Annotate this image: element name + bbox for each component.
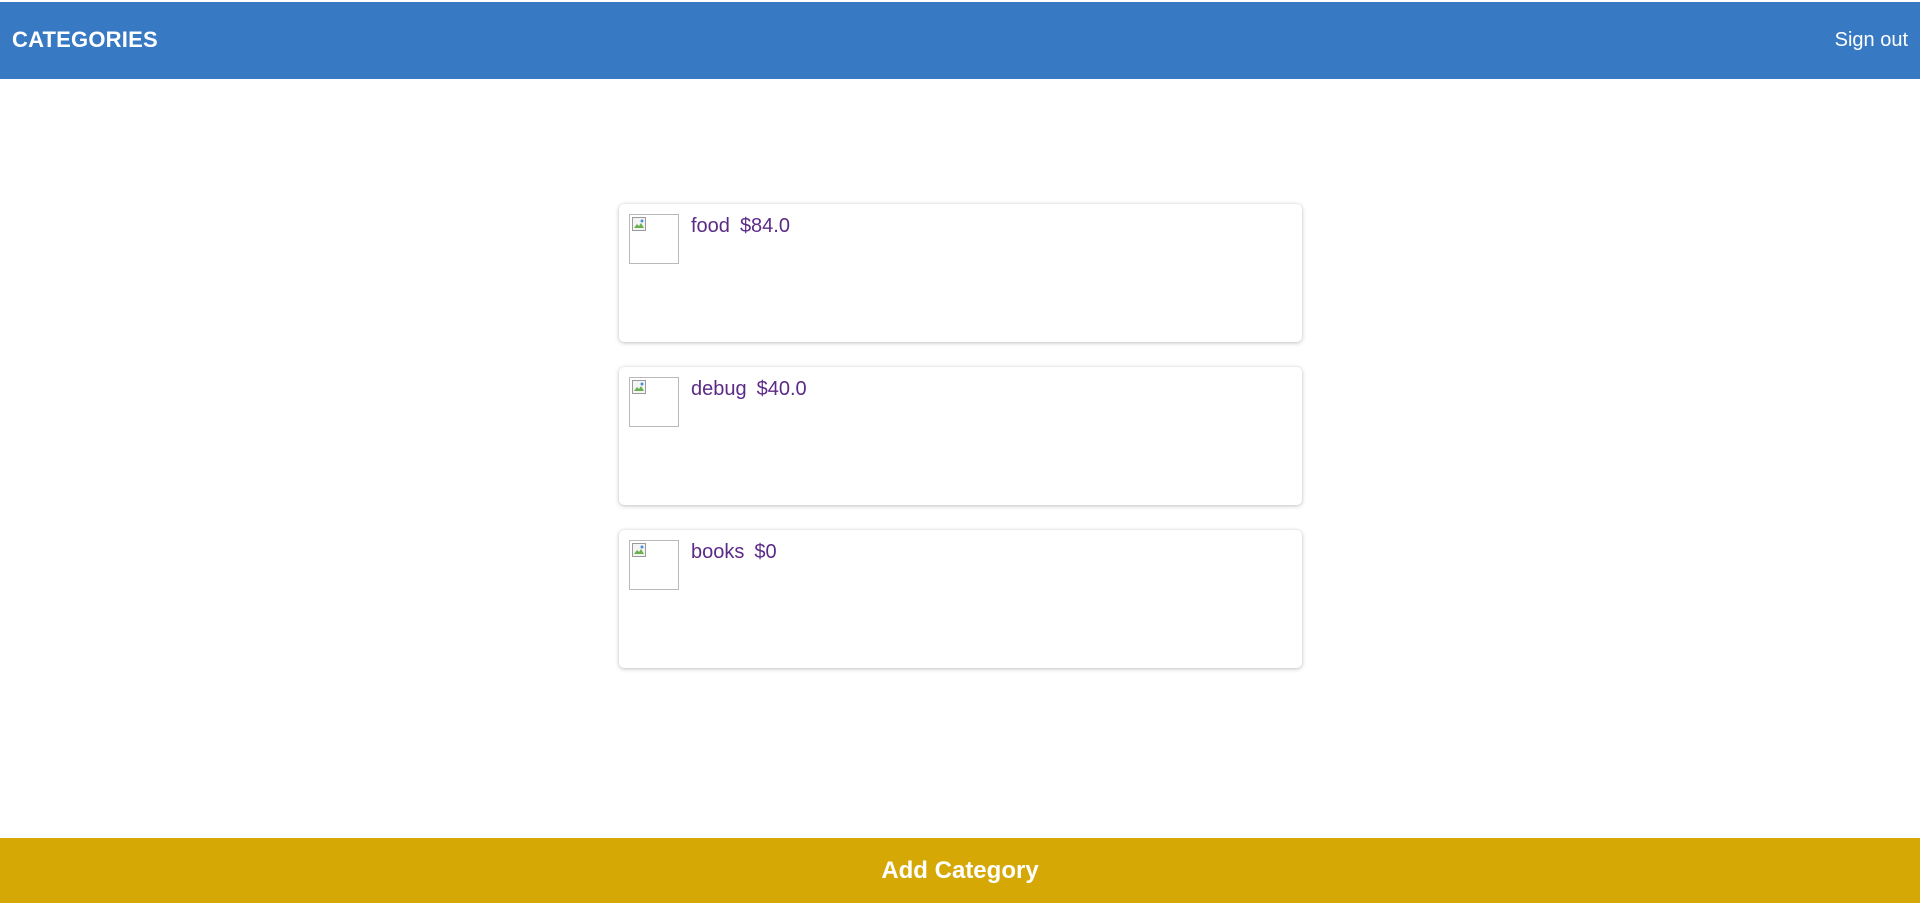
category-name: food [691, 215, 730, 237]
broken-image-icon [632, 217, 646, 231]
broken-image-icon [632, 380, 646, 394]
category-card-food[interactable]: food $84.0 [619, 204, 1302, 342]
category-list: food $84.0 debug $40.0 books $0 [619, 204, 1302, 693]
sign-out-link[interactable]: Sign out [1835, 29, 1908, 52]
category-card-books[interactable]: books $0 [619, 530, 1302, 668]
category-name: debug [691, 378, 747, 400]
category-name: books [691, 541, 745, 563]
broken-image-icon [632, 543, 646, 557]
category-amount: $84.0 [739, 215, 790, 237]
page-title: CATEGORIES [12, 27, 158, 52]
category-image [629, 540, 679, 590]
category-image [629, 214, 679, 264]
category-amount: $0 [754, 541, 777, 563]
category-card-debug[interactable]: debug $40.0 [619, 367, 1302, 505]
category-label: debug $40.0 [691, 378, 807, 401]
category-image [629, 377, 679, 427]
category-amount: $40.0 [756, 378, 807, 400]
top-app-bar: CATEGORIES Sign out [0, 2, 1920, 79]
category-label: books $0 [691, 541, 777, 564]
category-label: food $84.0 [691, 215, 790, 238]
add-category-button[interactable]: Add Category [0, 838, 1920, 903]
